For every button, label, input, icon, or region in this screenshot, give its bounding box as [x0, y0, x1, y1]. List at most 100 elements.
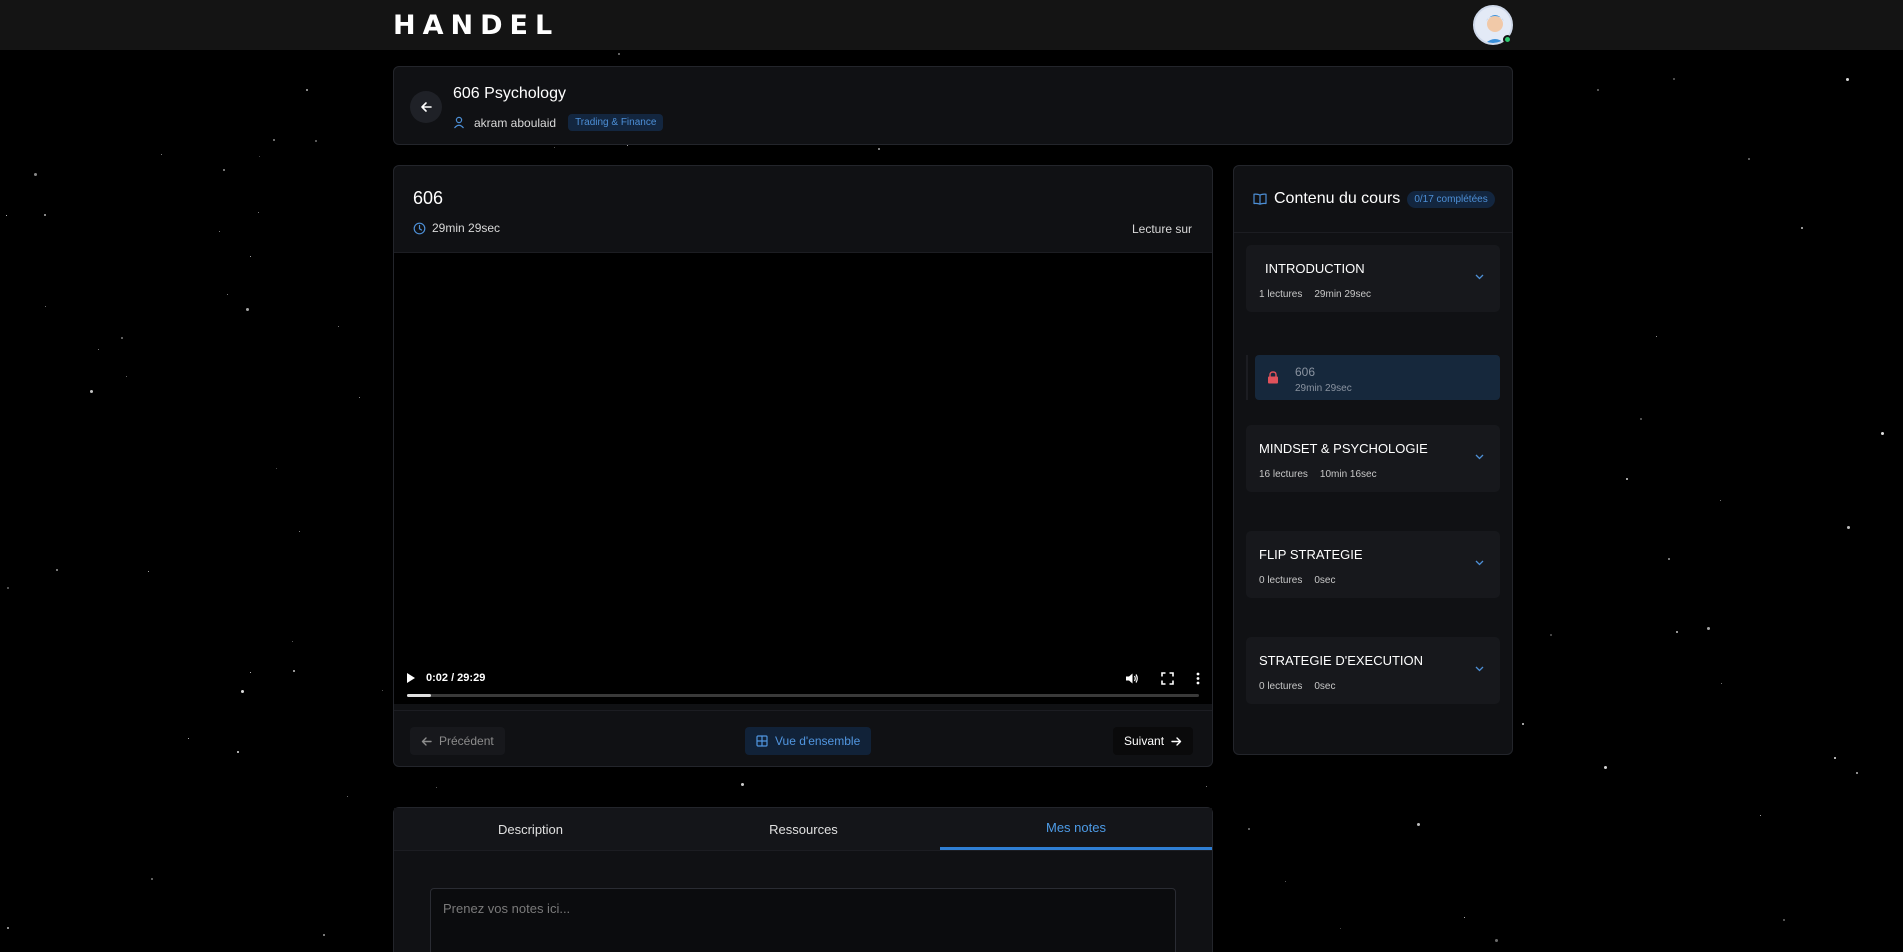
lesson-tree-line: [1246, 355, 1248, 400]
lesson-item-title: 606: [1295, 365, 1316, 379]
section-flip-strategie[interactable]: FLIP STRATEGIE 0 lectures 0sec: [1246, 531, 1500, 598]
chevron-down-icon: [1475, 560, 1484, 566]
star: [1464, 917, 1465, 918]
star: [1721, 683, 1722, 684]
more-options-button[interactable]: [1196, 672, 1200, 685]
star: [1550, 634, 1552, 636]
course-title: 606 Psychology: [453, 85, 566, 102]
play-icon: [407, 673, 415, 683]
star: [1846, 78, 1849, 81]
star: [1656, 336, 1657, 337]
lesson-player-panel: 606 29min 29sec Lecture sur 0:02 / 29:29: [393, 165, 1213, 767]
play-button[interactable]: [406, 672, 416, 684]
star: [227, 294, 228, 295]
star: [246, 308, 249, 311]
star: [258, 212, 259, 213]
star: [1676, 631, 1678, 633]
category-badge: Trading & Finance: [568, 114, 664, 131]
star: [273, 139, 275, 141]
brand-logo[interactable]: HANDEL: [393, 10, 559, 41]
overview-button[interactable]: Vue d'ensemble: [745, 727, 872, 755]
section-title: INTRODUCTION: [1265, 261, 1365, 276]
section-title: FLIP STRATEGIE: [1259, 547, 1363, 562]
star: [299, 531, 300, 532]
tab-description[interactable]: Description: [394, 808, 667, 850]
tab-ressources[interactable]: Ressources: [667, 808, 940, 850]
star: [241, 690, 244, 693]
star: [1248, 828, 1250, 830]
video-time: 0:02 / 29:29: [426, 672, 486, 684]
next-button[interactable]: Suivant: [1113, 727, 1194, 755]
notes-input[interactable]: [430, 888, 1176, 952]
star: [382, 690, 383, 691]
previous-button[interactable]: Précédent: [410, 727, 505, 755]
star: [44, 214, 46, 216]
volume-icon: [1126, 673, 1138, 683]
lesson-navigation: Précédent Vue d'ensemble Suivant: [394, 710, 1212, 767]
star: [250, 256, 251, 257]
star: [126, 376, 127, 377]
star: [148, 571, 149, 572]
next-label: Suivant: [1124, 734, 1165, 748]
lesson-title: 606: [413, 188, 444, 208]
section-lectures: 0 lectures: [1259, 681, 1303, 692]
grid-icon: [756, 735, 768, 747]
lesson-duration-row: 29min 29sec: [413, 221, 500, 235]
star: [1668, 558, 1670, 560]
top-navbar: HANDEL: [0, 0, 1903, 50]
sidebar-title: Contenu du cours: [1274, 190, 1401, 207]
section-meta: 1 lectures 29min 29sec: [1259, 289, 1371, 300]
star: [188, 738, 189, 739]
section-meta: 16 lectures 10min 16sec: [1259, 469, 1377, 480]
star: [436, 787, 437, 788]
chevron-down-icon: [1475, 666, 1484, 672]
section-mindset-psychologie[interactable]: MINDSET & PSYCHOLOGIE 16 lectures 10min …: [1246, 425, 1500, 492]
overview-label: Vue d'ensemble: [775, 734, 861, 748]
lock-icon: [1268, 371, 1278, 384]
star: [292, 641, 293, 642]
arrow-left-icon: [421, 736, 432, 746]
star: [151, 878, 153, 880]
star: [338, 326, 339, 327]
star: [554, 147, 555, 148]
star: [7, 587, 9, 589]
previous-label: Précédent: [439, 734, 494, 748]
star: [276, 468, 277, 469]
star: [161, 154, 162, 155]
star: [741, 783, 744, 786]
video-progress-bar[interactable]: [407, 694, 1199, 697]
star: [1417, 823, 1420, 826]
tab-mes-notes[interactable]: Mes notes: [940, 808, 1212, 850]
section-duration: 0sec: [1314, 575, 1336, 586]
star: [1640, 418, 1642, 420]
star: [34, 173, 37, 176]
star: [347, 796, 348, 797]
more-vertical-icon: [1196, 672, 1200, 684]
section-duration: 29min 29sec: [1314, 289, 1372, 300]
video-player[interactable]: 0:02 / 29:29: [394, 252, 1212, 704]
star: [1522, 723, 1524, 725]
tab-divider: [394, 850, 1212, 851]
fullscreen-button[interactable]: [1161, 671, 1174, 685]
star: [1881, 432, 1884, 435]
section-lectures: 16 lectures: [1259, 469, 1308, 480]
section-strategie-execution[interactable]: STRATEGIE D'EXECUTION 0 lectures 0sec: [1246, 637, 1500, 704]
star: [1801, 227, 1803, 229]
book-icon: [1253, 193, 1267, 205]
star: [359, 397, 360, 398]
lesson-item-606[interactable]: 606 29min 29sec: [1255, 355, 1500, 400]
star: [98, 349, 99, 350]
volume-button[interactable]: [1125, 672, 1139, 685]
video-progress-fill: [407, 694, 431, 697]
star: [7, 927, 9, 929]
arrow-left-icon: [421, 102, 432, 112]
back-button[interactable]: [410, 91, 442, 123]
reading-on-label[interactable]: Lecture sur: [1132, 222, 1192, 236]
star: [1760, 815, 1761, 816]
star: [1856, 772, 1858, 774]
section-introduction[interactable]: INTRODUCTION 1 lectures 29min 29sec: [1246, 245, 1500, 312]
star: [1748, 158, 1750, 160]
star: [259, 156, 260, 157]
star: [315, 140, 317, 142]
clock-icon: [413, 222, 426, 234]
